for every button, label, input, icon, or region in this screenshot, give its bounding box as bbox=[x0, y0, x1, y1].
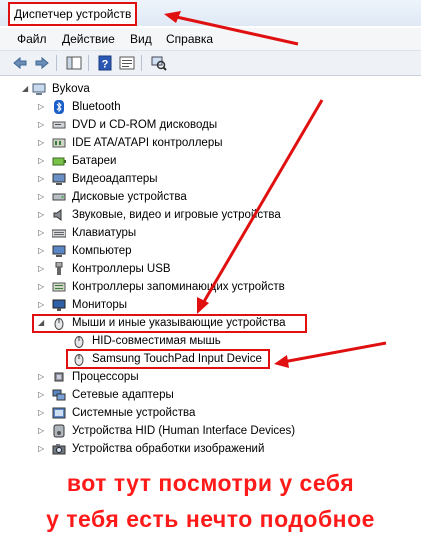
caption-line-2: у тебя есть нечто подобное bbox=[46, 506, 375, 532]
annotation-arrows bbox=[164, 11, 387, 368]
arrow-to-mice bbox=[197, 99, 324, 314]
caption-line-1: вот тут посмотри у себя bbox=[66, 470, 355, 496]
arrow-to-touchpad bbox=[274, 341, 387, 368]
arrow-to-title bbox=[164, 11, 299, 46]
